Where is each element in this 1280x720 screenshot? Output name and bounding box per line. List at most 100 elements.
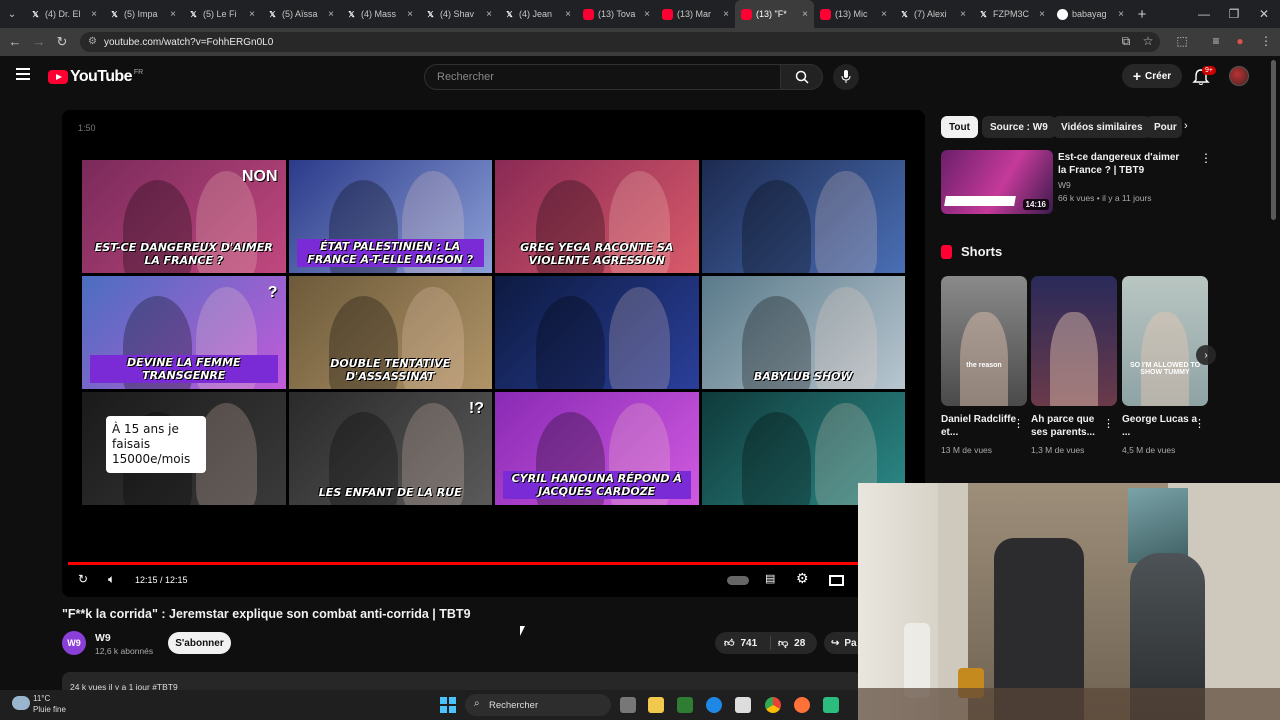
settings-gear-icon[interactable]: ⚙ — [796, 570, 809, 587]
close-tab-icon[interactable]: × — [328, 9, 334, 20]
short-thumbnail[interactable] — [1031, 276, 1117, 406]
browser-tab[interactable]: 𝕏 (5) Aïssa × — [261, 0, 340, 28]
search-input[interactable]: Rechercher — [424, 64, 781, 90]
edge-icon[interactable] — [706, 697, 722, 713]
chevron-right-icon[interactable]: › — [1184, 120, 1188, 132]
forward-arrow-icon[interactable]: → — [31, 34, 47, 49]
browser-menu-icon[interactable]: ⋮ — [1258, 34, 1274, 48]
endscreen-video-thumbnail[interactable]: GREG YEGA RACONTE SA VIOLENTE AGRESSION — [495, 160, 699, 273]
browser-tab[interactable]: 𝕏 (4) Dr. El × — [24, 0, 103, 28]
dislike-button[interactable]: 👎︎ 28 — [771, 637, 805, 650]
short-title[interactable]: Daniel Radcliffe et... — [941, 413, 1017, 439]
recommended-title[interactable]: Est-ce dangereux d'aimer la France ? | T… — [1058, 151, 1188, 177]
windows-start-icon[interactable] — [440, 697, 456, 713]
replay-icon[interactable]: ↻ — [78, 572, 88, 586]
voice-search-button[interactable] — [833, 64, 859, 90]
weather-temperature[interactable]: 11°C — [33, 694, 50, 703]
search-button[interactable] — [781, 64, 823, 90]
close-tab-icon[interactable]: × — [644, 9, 650, 20]
browser-tab[interactable]: 𝕏 (4) Jean × — [498, 0, 577, 28]
taskbar-search-input[interactable]: ⌕ Rechercher — [465, 694, 611, 716]
endscreen-video-thumbnail[interactable]: NON EST-CE DANGEREUX D'AIMER LA FRANCE ? — [82, 160, 286, 273]
profile-icon[interactable]: ● — [1232, 34, 1248, 48]
back-arrow-icon[interactable]: ← — [7, 34, 23, 49]
endscreen-video-thumbnail[interactable]: DOUBLE TENTATIVE D'ASSASSINAT — [288, 276, 492, 389]
more-options-icon[interactable]: ⋮ — [1194, 417, 1205, 430]
close-tab-icon[interactable]: × — [1118, 9, 1124, 20]
video-player[interactable]: 1:50 NON EST-CE DANGEREUX D'AIMER LA FRAN… — [62, 110, 925, 597]
like-button[interactable]: 👍︎ 741 — [715, 636, 771, 650]
subtitles-icon[interactable]: ▤ — [765, 572, 775, 585]
close-tab-icon[interactable]: × — [881, 9, 887, 20]
browser-tab[interactable]: 𝕏 (5) Le Fi × — [182, 0, 261, 28]
create-button[interactable]: + Créer — [1122, 64, 1182, 88]
close-tab-icon[interactable]: × — [249, 9, 255, 20]
site-info-icon[interactable]: ⚙ — [88, 36, 97, 47]
browser-tab[interactable]: (13) "F* × — [735, 0, 814, 28]
description-box[interactable]: 24 k vues il y a 1 jour #TBT9 — [62, 672, 862, 692]
close-tab-icon[interactable]: × — [170, 9, 176, 20]
endscreen-video-thumbnail[interactable]: À 15 ans je faisais 15000e/mois — [82, 392, 286, 505]
short-title[interactable]: George Lucas a ... — [1122, 413, 1198, 439]
browser-tab[interactable]: (13) Tova × — [577, 0, 656, 28]
weather-condition[interactable]: Pluie fine — [33, 705, 66, 714]
chrome-icon[interactable] — [765, 697, 781, 713]
miniplayer-icon[interactable] — [829, 575, 844, 586]
filter-chip[interactable]: Source : W9 — [982, 116, 1056, 138]
close-tab-icon[interactable]: × — [723, 9, 729, 20]
subscribe-button[interactable]: S'abonner — [168, 632, 231, 654]
browser-tab[interactable]: 𝕏 (7) Alexi × — [893, 0, 972, 28]
filter-chip[interactable]: Pour — [1146, 116, 1182, 138]
autoplay-toggle[interactable] — [727, 576, 749, 585]
browser-tab[interactable]: (13) Mic × — [814, 0, 893, 28]
cloud-rain-icon[interactable] — [12, 696, 30, 710]
close-window-button[interactable]: ✕ — [1246, 0, 1280, 28]
close-tab-icon[interactable]: × — [960, 9, 966, 20]
more-options-icon[interactable]: ⋮ — [1103, 417, 1114, 430]
endscreen-video-thumbnail[interactable] — [495, 276, 699, 389]
file-explorer-icon[interactable] — [648, 697, 664, 713]
endscreen-video-thumbnail[interactable]: !? LES ENFANT DE LA RUE — [288, 392, 492, 505]
media-controls-icon[interactable]: ≡ — [1208, 34, 1224, 48]
close-tab-icon[interactable]: × — [565, 9, 571, 20]
store-icon[interactable] — [735, 697, 751, 713]
extensions-icon[interactable]: ⬚ — [1174, 34, 1190, 48]
app-icon[interactable] — [823, 697, 839, 713]
hamburger-menu-icon[interactable] — [16, 68, 30, 80]
endscreen-video-thumbnail[interactable]: BABYLUB SHOW — [701, 276, 905, 389]
tab-search-icon[interactable]: ⌄ — [0, 0, 24, 28]
browser-tab[interactable]: 𝕏 (4) Shav × — [419, 0, 498, 28]
filter-chip[interactable]: Tout — [941, 116, 978, 138]
recommended-channel[interactable]: W9 — [1058, 180, 1071, 190]
short-thumbnail[interactable]: the reason — [941, 276, 1027, 406]
progress-bar[interactable] — [68, 562, 919, 565]
short-thumbnail[interactable]: SO I'M ALLOWED TO SHOW TUMMY — [1122, 276, 1208, 406]
browser-tab[interactable]: 𝕏 FZPM3C × — [972, 0, 1051, 28]
more-options-icon[interactable]: ⋮ — [1200, 151, 1212, 165]
channel-avatar[interactable]: W9 — [62, 631, 86, 655]
firefox-icon[interactable] — [794, 697, 810, 713]
browser-tab[interactable]: babayag × — [1051, 0, 1130, 28]
recommended-thumbnail[interactable]: 14:16 — [941, 150, 1053, 214]
filter-chip[interactable]: Vidéos similaires — [1053, 116, 1151, 138]
endscreen-video-thumbnail[interactable] — [701, 160, 905, 273]
endscreen-video-thumbnail[interactable]: CYRIL HANOUNA RÉPOND À JACQUES CARDOZE — [495, 392, 699, 505]
browser-tab[interactable]: 𝕏 (4) Mass × — [340, 0, 419, 28]
short-title[interactable]: Ah parce que ses parents... — [1031, 413, 1107, 439]
reload-icon[interactable]: ↻ — [54, 34, 70, 50]
browser-tab[interactable]: (13) Mar × — [656, 0, 735, 28]
bookmark-star-icon[interactable]: ☆ — [1140, 34, 1156, 48]
more-options-icon[interactable]: ⋮ — [1013, 417, 1024, 430]
new-tab-button[interactable]: + — [1130, 6, 1154, 23]
close-tab-icon[interactable]: × — [407, 9, 413, 20]
close-tab-icon[interactable]: × — [91, 9, 97, 20]
close-tab-icon[interactable]: × — [486, 9, 492, 20]
close-tab-icon[interactable]: × — [1039, 9, 1045, 20]
youtube-logo[interactable]: YouTube FR — [48, 68, 143, 86]
address-bar[interactable]: ⚙ youtube.com/watch?v=FohhERGn0L0 — [80, 32, 1160, 52]
endscreen-video-thumbnail[interactable]: ? DEVINE LA FEMME TRANSGENRE — [82, 276, 286, 389]
endscreen-video-thumbnail[interactable]: ÉTAT PALESTINIEN : LA FRANCE A-T-ELLE RA… — [288, 160, 492, 273]
task-view-icon[interactable] — [620, 697, 636, 713]
page-scrollbar[interactable] — [1271, 60, 1276, 220]
shorts-next-arrow-icon[interactable]: › — [1196, 345, 1216, 365]
